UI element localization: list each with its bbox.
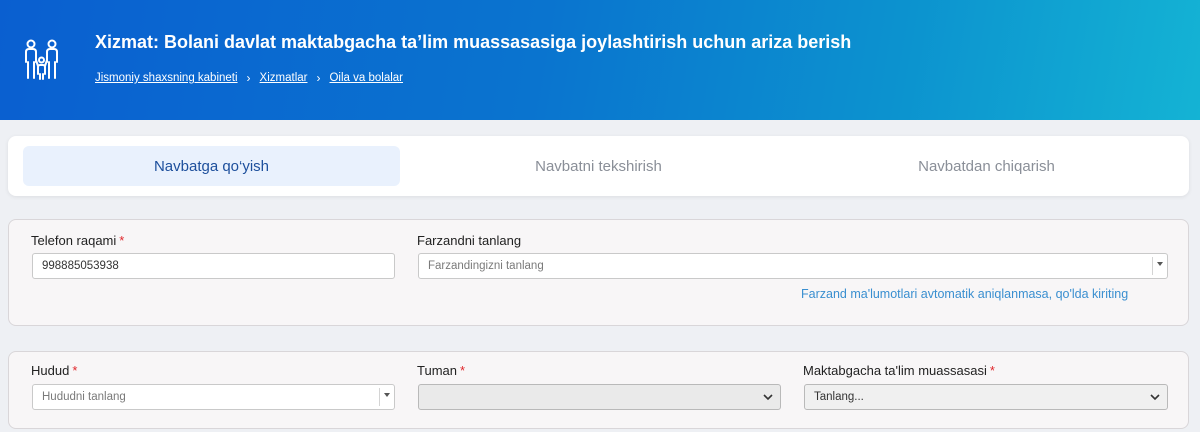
breadcrumb-cabinet[interactable]: Jismoniy shaxsning kabineti (95, 72, 238, 84)
caret-down-icon (384, 393, 390, 397)
school-label: Maktabgacha ta'lim muassasasi * (803, 363, 995, 378)
chevron-right-icon: › (246, 71, 251, 85)
page-title: Xizmat: Bolani davlat maktabgacha ta’lim… (95, 32, 852, 52)
district-label: Tuman * (417, 363, 465, 378)
school-select-value: Tanlang... (814, 391, 864, 403)
family-icon (25, 39, 58, 80)
child-select-placeholder: Farzandingizni tanlang (428, 260, 544, 272)
tab-queue-register[interactable]: Navbatga qo‘yish (23, 146, 400, 186)
tab-bar: Navbatga qo‘yish Navbatni tekshirish Nav… (8, 136, 1189, 196)
region-select-placeholder: Hududni tanlang (42, 391, 126, 403)
required-mark: * (119, 233, 125, 248)
tab-queue-remove[interactable]: Navbatdan chiqarish (798, 146, 1175, 186)
manual-entry-link[interactable]: Farzand ma'lumotlari avtomatik aniqlanma… (801, 287, 1128, 301)
breadcrumb-services[interactable]: Xizmatlar (260, 72, 308, 84)
region-label: Hudud * (31, 363, 77, 378)
tab-queue-check[interactable]: Navbatni tekshirish (410, 146, 787, 186)
required-mark: * (459, 363, 466, 378)
required-mark: * (989, 363, 995, 378)
service-header: Xizmat: Bolani davlat maktabgacha ta’lim… (0, 0, 1200, 120)
breadcrumb-family[interactable]: Oila va bolalar (329, 72, 403, 84)
region-label-text: Hudud (31, 363, 70, 378)
district-select[interactable] (418, 384, 781, 410)
contact-panel: Telefon raqami * 998885053938 Farzandni t… (8, 219, 1189, 326)
child-label: Farzandni tanlang (417, 233, 522, 248)
divider (379, 388, 380, 406)
divider (1152, 257, 1153, 275)
school-select[interactable]: Tanlang... (804, 384, 1168, 410)
breadcrumb: Jismoniy shaxsning kabineti › Xizmatlar … (95, 71, 403, 85)
child-select[interactable]: Farzandingizni tanlang (418, 253, 1168, 279)
phone-input[interactable]: 998885053938 (32, 253, 395, 279)
caret-down-icon (1157, 262, 1163, 266)
institution-panel: Hudud * Hududni tanlang Tuman * Maktabgach… (8, 351, 1189, 429)
chevron-down-icon (1150, 394, 1160, 401)
phone-label-text: Telefon raqami (31, 233, 117, 248)
region-select[interactable]: Hududni tanlang (32, 384, 395, 410)
required-mark: * (72, 363, 78, 378)
chevron-right-icon: › (316, 71, 321, 85)
school-label-text: Maktabgacha ta'lim muassasasi (803, 363, 987, 378)
district-label-text: Tuman (417, 363, 457, 378)
phone-label: Telefon raqami * (31, 233, 124, 248)
chevron-down-icon (763, 394, 773, 401)
